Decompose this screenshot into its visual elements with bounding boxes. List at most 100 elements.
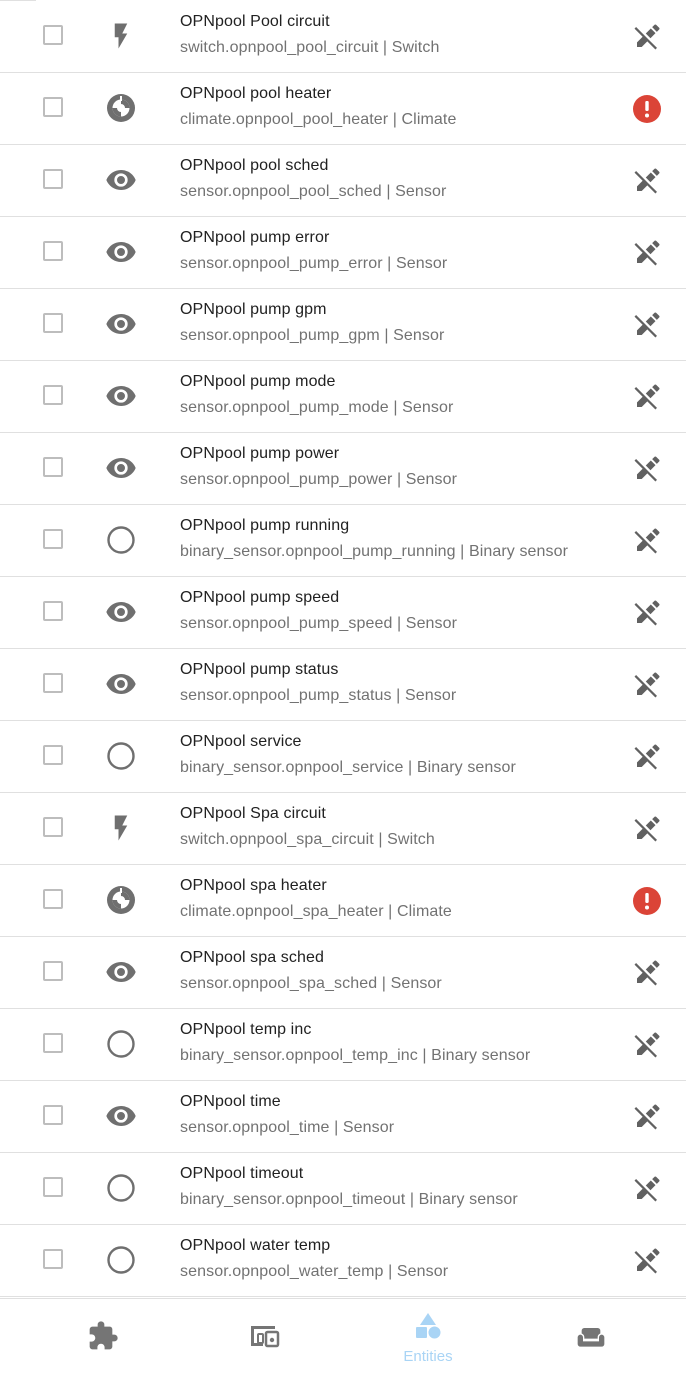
entity-id-type: binary_sensor.opnpool_timeout | Binary s… — [180, 1191, 518, 1208]
table-row[interactable]: OPNpool Spa circuit switch.opnpool_spa_ci… — [0, 793, 686, 865]
eye-icon — [104, 451, 138, 485]
table-row[interactable]: OPNpool pool heater climate.opnpool_pool_… — [0, 73, 686, 145]
table-row[interactable]: OPNpool service binary_sensor.opnpool_ser… — [0, 721, 686, 793]
circle-outline-icon — [104, 739, 138, 773]
eye-icon — [104, 379, 138, 413]
entity-name: OPNpool pump gpm — [180, 301, 327, 318]
entity-name: OPNpool time — [180, 1093, 281, 1110]
circle-outline-icon — [104, 1027, 138, 1061]
entity-id-type: binary_sensor.opnpool_temp_inc | Binary … — [180, 1047, 531, 1064]
table-row[interactable]: OPNpool temp inc binary_sensor.opnpool_te… — [0, 1009, 686, 1081]
row-checkbox[interactable] — [43, 529, 63, 549]
row-checkbox[interactable] — [43, 673, 63, 693]
pencil-off-icon[interactable] — [631, 1101, 663, 1133]
entity-name: OPNpool spa heater — [180, 877, 327, 894]
pencil-off-icon[interactable] — [631, 741, 663, 773]
pencil-off-icon[interactable] — [631, 453, 663, 485]
entity-id-type: climate.opnpool_pool_heater | Climate — [180, 111, 457, 128]
table-row[interactable]: OPNpool pump mode sensor.opnpool_pump_mod… — [0, 361, 686, 433]
entity-name: OPNpool timeout — [180, 1165, 304, 1182]
flash-icon — [104, 19, 138, 53]
table-row[interactable]: OPNpool time sensor.opnpool_time | Sensor — [0, 1081, 686, 1153]
eye-icon — [104, 1099, 138, 1133]
alert-circle-icon[interactable] — [631, 93, 663, 125]
shapes-icon — [413, 1311, 443, 1346]
row-checkbox[interactable] — [43, 169, 63, 189]
entity-name: OPNpool service — [180, 733, 302, 750]
table-row[interactable]: OPNpool pool sched sensor.opnpool_pool_sc… — [0, 145, 686, 217]
row-checkbox[interactable] — [43, 97, 63, 117]
entity-name: OPNpool pump error — [180, 229, 330, 246]
entity-name: OPNpool Spa circuit — [180, 805, 326, 822]
table-row[interactable]: OPNpool water temp sensor.opnpool_water_t… — [0, 1225, 686, 1297]
row-checkbox[interactable] — [43, 25, 63, 45]
entity-name: OPNpool pool heater — [180, 85, 332, 102]
table-row[interactable]: OPNpool timeout binary_sensor.opnpool_tim… — [0, 1153, 686, 1225]
pencil-off-icon[interactable] — [631, 525, 663, 557]
table-row[interactable]: OPNpool pump running binary_sensor.opnpoo… — [0, 505, 686, 577]
pencil-off-icon[interactable] — [631, 1173, 663, 1205]
table-row[interactable]: OPNpool pump gpm sensor.opnpool_pump_gpm … — [0, 289, 686, 361]
tab-entities[interactable]: Entities — [368, 1299, 488, 1377]
row-checkbox[interactable] — [43, 241, 63, 261]
row-checkbox[interactable] — [43, 313, 63, 333]
entity-id-type: sensor.opnpool_pool_sched | Sensor — [180, 183, 447, 200]
row-checkbox[interactable] — [43, 1033, 63, 1053]
entity-name: OPNpool pool sched — [180, 157, 329, 174]
entity-name: OPNpool pump mode — [180, 373, 336, 390]
row-checkbox[interactable] — [43, 817, 63, 837]
entity-id-type: sensor.opnpool_pump_status | Sensor — [180, 687, 457, 704]
entity-id-type: switch.opnpool_spa_circuit | Switch — [180, 831, 435, 848]
table-row[interactable]: OPNpool pump status sensor.opnpool_pump_s… — [0, 649, 686, 721]
row-checkbox[interactable] — [43, 601, 63, 621]
table-row[interactable]: OPNpool pump error sensor.opnpool_pump_er… — [0, 217, 686, 289]
row-checkbox[interactable] — [43, 1249, 63, 1269]
tab-integrations[interactable] — [43, 1299, 163, 1377]
row-checkbox[interactable] — [43, 457, 63, 477]
pencil-off-icon[interactable] — [631, 669, 663, 701]
row-checkbox[interactable] — [43, 1105, 63, 1125]
entity-id-type: binary_sensor.opnpool_pump_running | Bin… — [180, 543, 569, 560]
bottom-tab-bar: Entities — [0, 1298, 686, 1376]
tab-label-entities: Entities — [403, 1348, 453, 1365]
entity-id-type: sensor.opnpool_pump_error | Sensor — [180, 255, 448, 272]
alert-circle-icon[interactable] — [631, 885, 663, 917]
table-row[interactable]: OPNpool pump speed sensor.opnpool_pump_sp… — [0, 577, 686, 649]
pencil-off-icon[interactable] — [631, 237, 663, 269]
row-checkbox[interactable] — [43, 889, 63, 909]
row-checkbox[interactable] — [43, 961, 63, 981]
entity-name: OPNpool pump status — [180, 661, 339, 678]
eye-icon — [104, 307, 138, 341]
entity-id-type: binary_sensor.opnpool_service | Binary s… — [180, 759, 516, 776]
row-checkbox[interactable] — [43, 1177, 63, 1197]
eye-icon — [104, 595, 138, 629]
entity-name: OPNpool temp inc — [180, 1021, 312, 1038]
flash-icon — [104, 811, 138, 845]
entity-id-type: sensor.opnpool_pump_speed | Sensor — [180, 615, 458, 632]
pencil-off-icon[interactable] — [631, 813, 663, 845]
eye-icon — [104, 667, 138, 701]
table-row[interactable]: OPNpool spa heater climate.opnpool_spa_he… — [0, 865, 686, 937]
entity-id-type: sensor.opnpool_water_temp | Sensor — [180, 1263, 449, 1280]
pencil-off-icon[interactable] — [631, 1029, 663, 1061]
eye-icon — [104, 955, 138, 989]
devices-icon — [248, 1320, 282, 1357]
table-row[interactable]: OPNpool pump power sensor.opnpool_pump_po… — [0, 433, 686, 505]
tab-areas[interactable] — [531, 1299, 651, 1377]
row-checkbox[interactable] — [43, 745, 63, 765]
pencil-off-icon[interactable] — [631, 597, 663, 629]
pencil-off-icon[interactable] — [631, 1245, 663, 1277]
pencil-off-icon[interactable] — [631, 381, 663, 413]
row-checkbox[interactable] — [43, 385, 63, 405]
table-row[interactable]: OPNpool Pool circuit switch.opnpool_pool_… — [0, 1, 686, 73]
pencil-off-icon[interactable] — [631, 957, 663, 989]
pencil-off-icon[interactable] — [631, 21, 663, 53]
entity-id-type: sensor.opnpool_pump_power | Sensor — [180, 471, 458, 488]
pencil-off-icon[interactable] — [631, 309, 663, 341]
entity-name: OPNpool spa sched — [180, 949, 325, 966]
tab-devices[interactable] — [205, 1299, 325, 1377]
circle-outline-icon — [104, 523, 138, 557]
eye-icon — [104, 235, 138, 269]
table-row[interactable]: OPNpool spa sched sensor.opnpool_spa_sche… — [0, 937, 686, 1009]
pencil-off-icon[interactable] — [631, 165, 663, 197]
